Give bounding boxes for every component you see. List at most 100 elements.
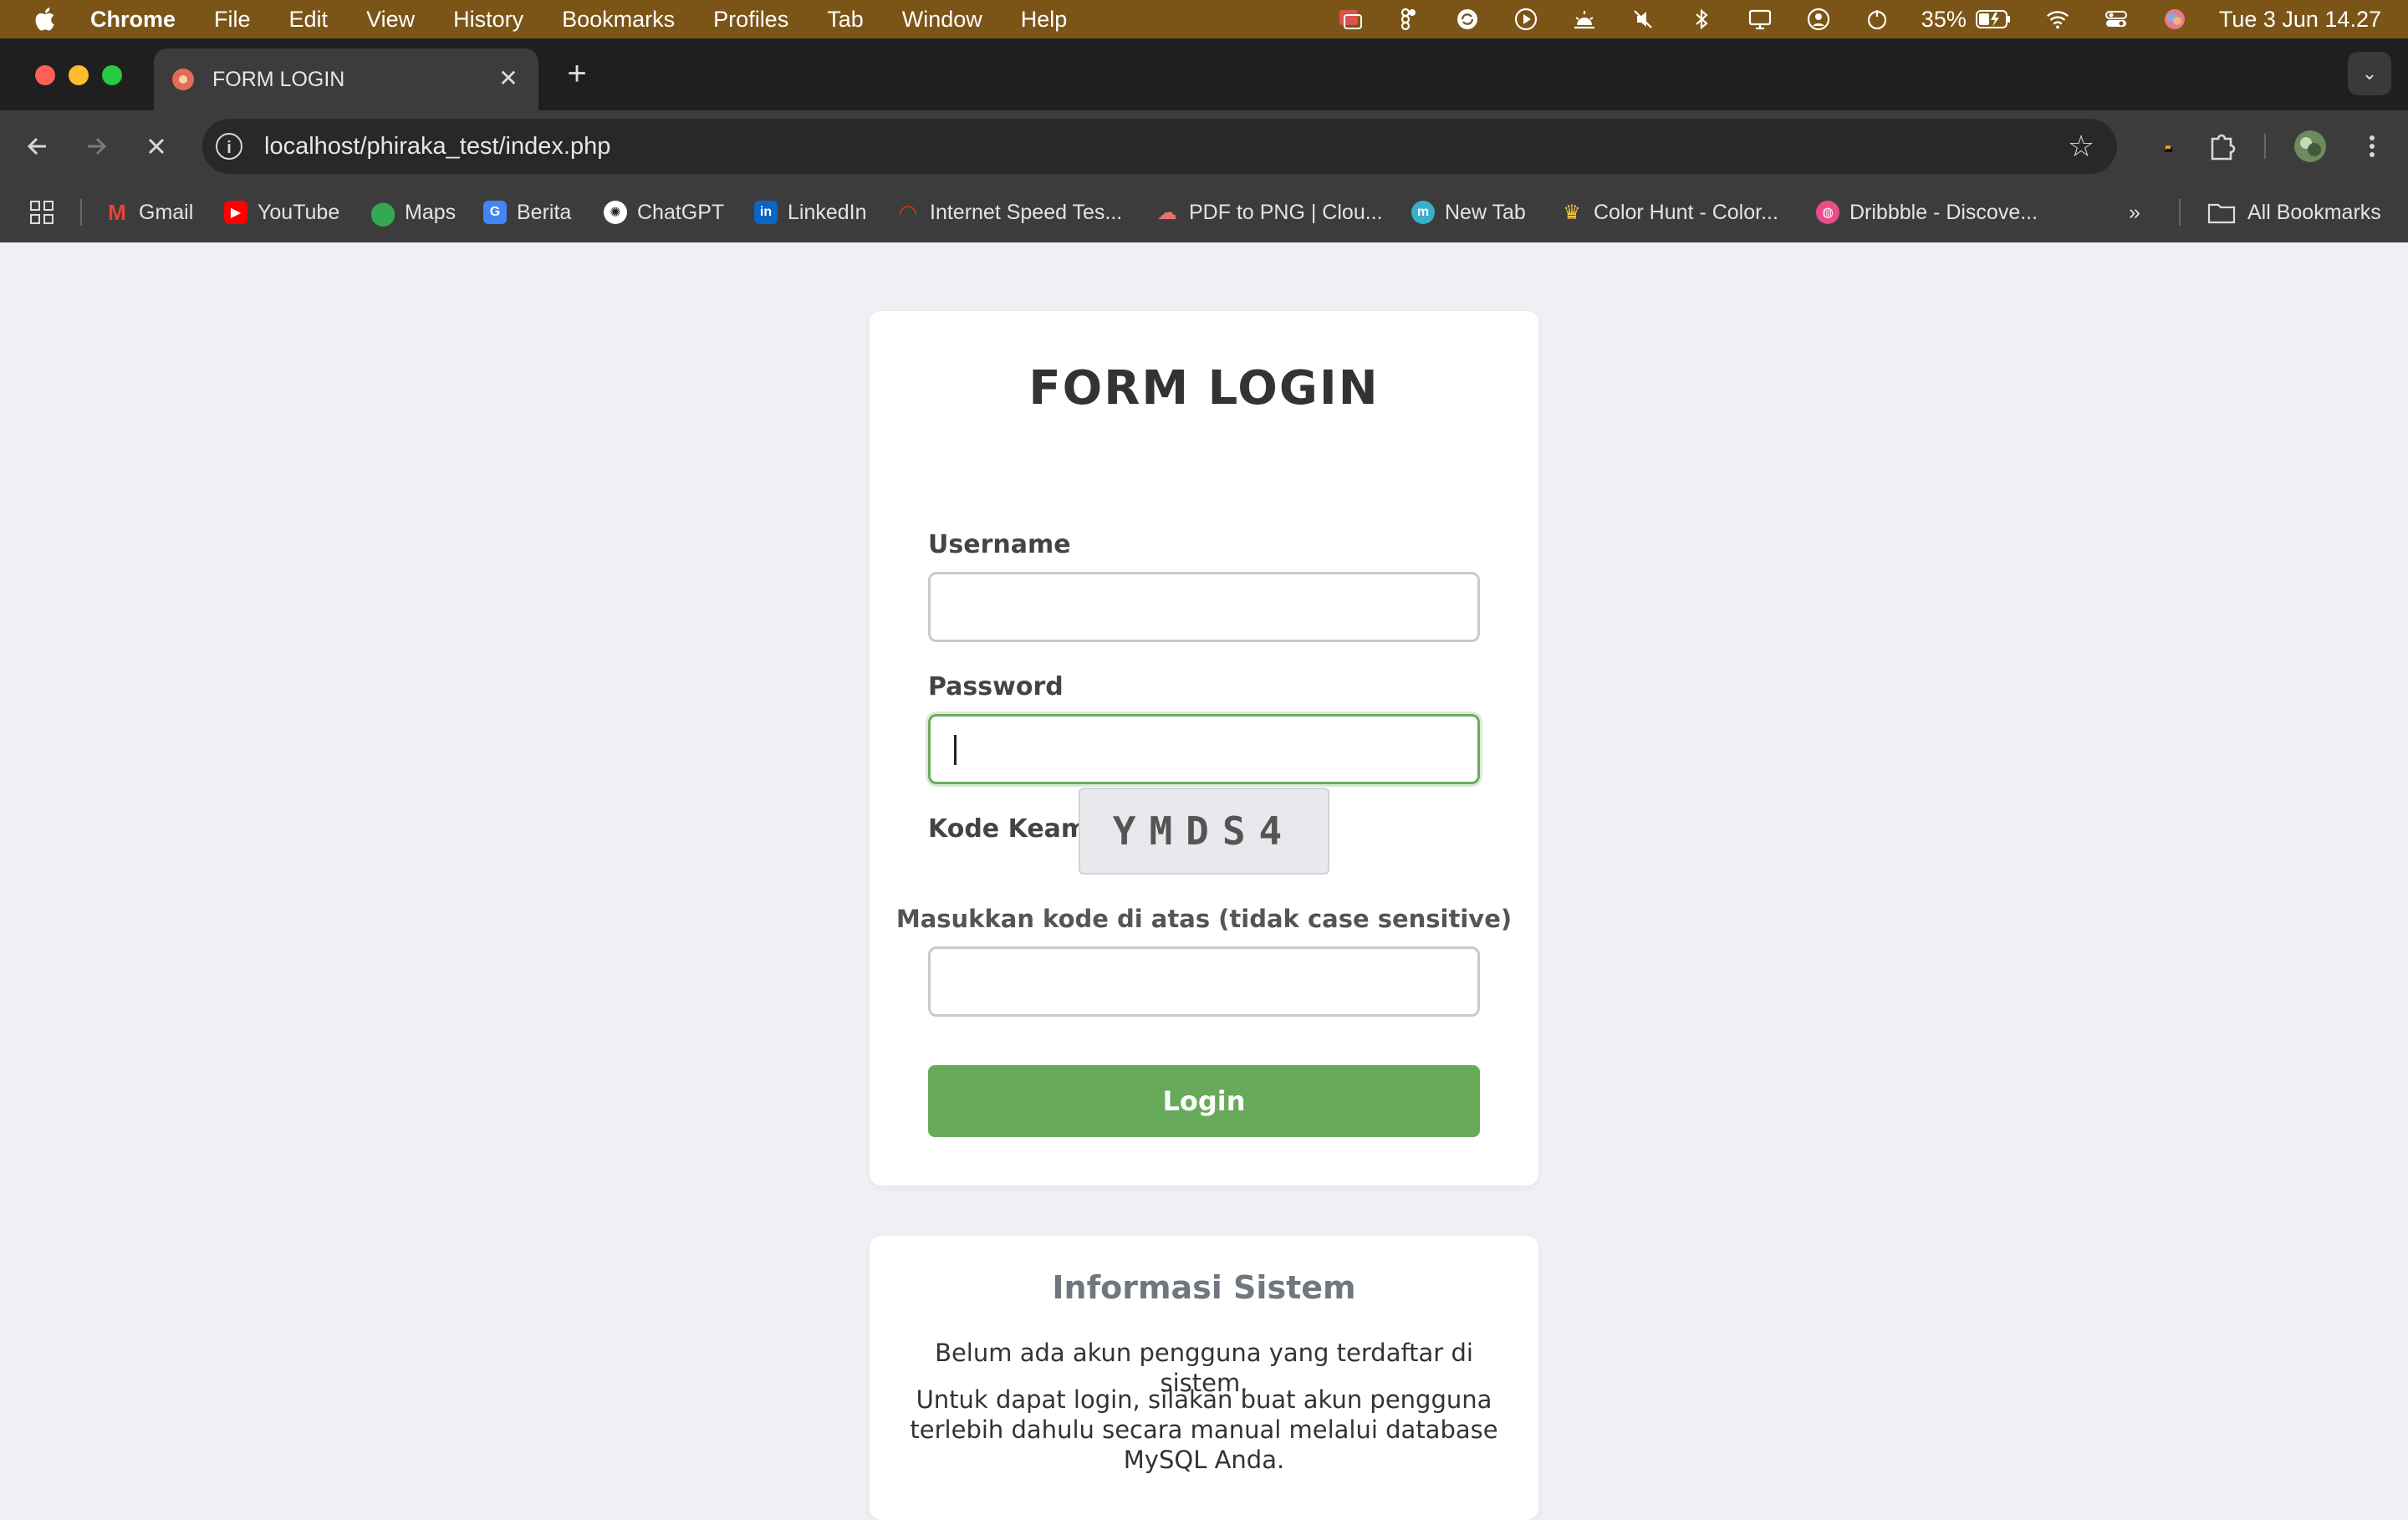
tab-favicon-icon <box>172 69 194 90</box>
user-icon[interactable] <box>1806 7 1831 32</box>
bookmark-label: LinkedIn <box>788 200 867 224</box>
login-button[interactable]: Login <box>928 1065 1480 1137</box>
tab-form-login[interactable]: FORM LOGIN ✕ <box>154 48 538 110</box>
password-input[interactable] <box>928 714 1480 784</box>
menu-edit[interactable]: Edit <box>289 7 329 33</box>
bookmark-youtube[interactable]: ▶ YouTube <box>224 197 339 227</box>
all-bookmarks-label: All Bookmarks <box>2247 200 2381 224</box>
mute-icon[interactable] <box>1630 7 1656 32</box>
bookmark-label: Dribbble - Discove... <box>1849 200 2038 224</box>
stop-loading-button[interactable] <box>137 127 176 166</box>
bookmark-gmail[interactable]: M Gmail <box>105 197 193 227</box>
toolbar-divider <box>2264 134 2266 159</box>
bookmark-linkedin[interactable]: in LinkedIn <box>754 197 867 227</box>
bookmark-label: YouTube <box>258 200 340 224</box>
apps-grid-icon[interactable] <box>28 197 55 227</box>
bookmark-pdf-to-png[interactable]: ☁ PDF to PNG | Clou... <box>1156 197 1383 227</box>
news-icon: G <box>483 201 507 224</box>
folder-icon <box>2207 203 2236 224</box>
sync-icon[interactable] <box>1455 7 1480 32</box>
bookmark-color-hunt[interactable]: ♛ Color Hunt - Color... <box>1560 197 1778 227</box>
menu-help[interactable]: Help <box>1021 7 1068 33</box>
forward-arrow-icon <box>88 137 107 156</box>
newtab-icon: m <box>1411 201 1435 224</box>
menu-file[interactable]: File <box>214 7 251 33</box>
menu-bookmarks[interactable]: Bookmarks <box>562 7 675 33</box>
colorhunt-icon: ♛ <box>1563 201 1581 224</box>
siri-icon[interactable] <box>2162 7 2187 32</box>
bookmark-label: Gmail <box>139 200 194 224</box>
username-input[interactable] <box>928 572 1480 642</box>
close-window-button[interactable] <box>35 65 55 85</box>
gmail-icon: M <box>108 199 126 225</box>
bookmark-label: Internet Speed Tes... <box>930 200 1123 224</box>
more-bookmarks-chevron-icon[interactable]: » <box>2129 197 2140 227</box>
page-content: FORM LOGIN Username Password Kode Keaman… <box>0 242 2408 1520</box>
menu-profiles[interactable]: Profiles <box>713 7 788 33</box>
youtube-icon: ▶ <box>224 201 247 224</box>
bookmark-label: New Tab <box>1445 200 1526 224</box>
menu-items: Chrome File Edit View History Bookmarks … <box>90 7 1105 33</box>
wifi-icon[interactable] <box>2045 7 2070 32</box>
menu-history[interactable]: History <box>453 7 523 33</box>
screen-share-icon[interactable] <box>1338 7 1363 32</box>
menu-window[interactable]: Window <box>902 7 982 33</box>
new-tab-button[interactable]: + <box>560 57 594 90</box>
bluetooth-icon[interactable] <box>1689 7 1714 32</box>
address-bar[interactable]: i localhost/phiraka_test/index.php ☆ <box>202 119 2117 174</box>
info-instructions-text: Untuk dapat login, silakan buat akun pen… <box>910 1385 1498 1474</box>
browser-toolbar: i localhost/phiraka_test/index.php ☆ <box>0 110 2408 182</box>
bookmark-star-icon[interactable]: ☆ <box>2065 130 2097 162</box>
play-icon[interactable] <box>1513 7 1538 32</box>
forward-button[interactable] <box>77 127 115 166</box>
control-center-icon[interactable] <box>2104 7 2129 32</box>
bookmark-chatgpt[interactable]: ✺ ChatGPT <box>604 197 724 227</box>
focus-icon[interactable] <box>1865 7 1890 32</box>
captcha-hint: Masukkan kode di atas (tidak case sensit… <box>895 905 1513 933</box>
tab-close-icon[interactable]: ✕ <box>497 67 520 90</box>
linkedin-icon: in <box>754 201 778 224</box>
clock[interactable]: Tue 3 Jun 14.27 <box>2219 7 2381 33</box>
battery-icon[interactable] <box>1975 7 2012 32</box>
menu-view[interactable]: View <box>366 7 415 33</box>
figma-icon[interactable] <box>1396 7 1421 32</box>
bookmark-label: PDF to PNG | Clou... <box>1189 200 1383 224</box>
display-icon[interactable] <box>1747 7 1773 32</box>
bookmark-label: Berita <box>517 200 572 224</box>
battery-percentage: 35% <box>1921 6 1967 32</box>
chrome-menu-icon[interactable] <box>2353 127 2391 166</box>
bookmark-label: ChatGPT <box>637 200 725 224</box>
all-bookmarks-button[interactable]: All Bookmarks <box>2207 197 2381 227</box>
password-label: Password <box>928 672 1064 701</box>
status-area: 35% Tue 3 Jun 14.27 <box>1304 0 2381 38</box>
maximize-window-button[interactable] <box>102 65 122 85</box>
apple-logo-icon[interactable] <box>32 5 60 33</box>
bookmarks-divider <box>80 199 82 226</box>
tab-search-button[interactable]: ⌄ <box>2348 52 2391 95</box>
minimize-window-button[interactable] <box>69 65 89 85</box>
login-card: FORM LOGIN Username Password Kode Keaman… <box>870 311 1538 1186</box>
url-text[interactable]: localhost/phiraka_test/index.php <box>264 133 610 161</box>
bookmark-maps[interactable]: ⬤ Maps <box>370 197 457 227</box>
text-cursor <box>954 735 957 765</box>
extension-dino-icon[interactable] <box>2140 127 2179 166</box>
bookmark-berita[interactable]: G Berita <box>483 197 571 227</box>
username-label: Username <box>928 530 1071 559</box>
speedtest-icon: ◠ <box>900 199 916 225</box>
extensions-puzzle-icon[interactable] <box>2202 127 2241 166</box>
brightness-icon[interactable] <box>1572 7 1597 32</box>
bookmark-dribbble[interactable]: ◍ Dribbble - Discove... <box>1816 197 2038 227</box>
menu-app-name[interactable]: Chrome <box>90 7 176 33</box>
profile-avatar[interactable] <box>2291 127 2329 166</box>
menu-tab[interactable]: Tab <box>827 7 864 33</box>
captcha-image: YMDS4 <box>1079 788 1329 875</box>
maps-icon: ⬤ <box>370 199 396 226</box>
bookmark-new-tab[interactable]: m New Tab <box>1411 197 1526 227</box>
site-info-icon[interactable]: i <box>216 133 242 160</box>
bookmark-label: Maps <box>405 200 457 224</box>
tab-strip: FORM LOGIN ✕ + ⌄ <box>0 38 2408 110</box>
bookmarks-divider <box>2179 199 2181 226</box>
captcha-input[interactable] <box>928 946 1480 1017</box>
back-button[interactable] <box>18 127 57 166</box>
bookmark-speedtest[interactable]: ◠ Internet Speed Tes... <box>896 197 1122 227</box>
